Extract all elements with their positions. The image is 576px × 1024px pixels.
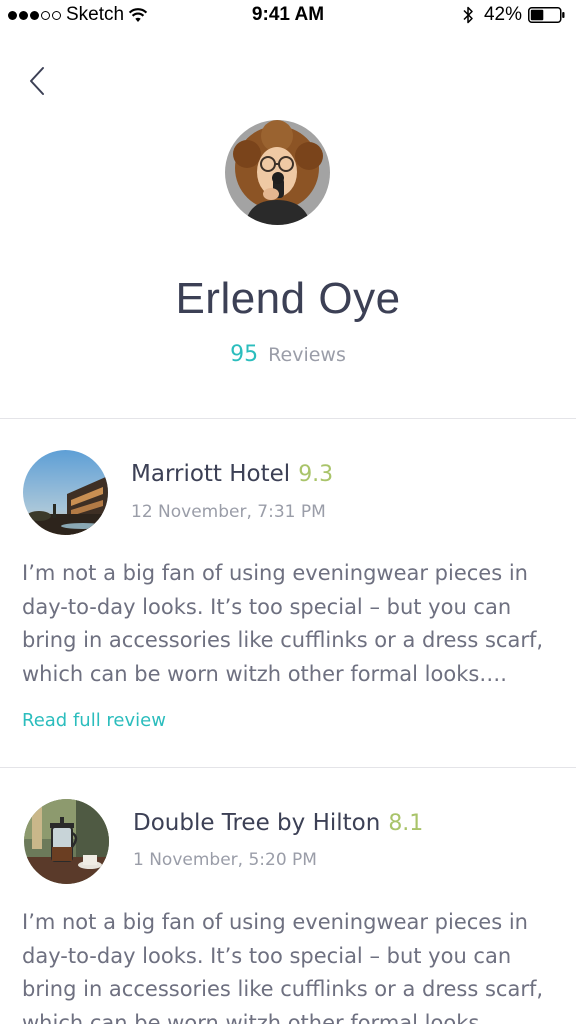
status-right: 42% (462, 4, 566, 26)
battery-icon (528, 7, 565, 23)
hotel-image (23, 450, 108, 535)
hotel-score: 8.1 (388, 811, 424, 836)
screen: Sketch 9:41 AM 42% Erlend Oye 95 Reviews… (0, 0, 576, 1024)
chevron-left-icon[interactable] (26, 64, 50, 98)
review-card: Double Tree by Hilton 8.1 1 November, 5:… (0, 768, 576, 1024)
bluetooth-icon (463, 6, 473, 24)
hotel-thumbnail (24, 799, 109, 884)
review-summary: 95 Reviews (0, 342, 576, 367)
hotel-line: Marriott Hotel 9.3 (131, 461, 333, 487)
review-card: Marriott Hotel 9.3 12 November, 7:31 PM … (0, 419, 576, 767)
review-count: 95 (230, 342, 259, 367)
battery-percentage: 42% (483, 4, 522, 25)
reviews-label: Reviews (268, 344, 346, 366)
hotel-image (24, 799, 109, 884)
avatar (225, 120, 330, 225)
hotel-score: 9.3 (298, 462, 334, 487)
hotel-name[interactable]: Marriott Hotel (131, 461, 290, 487)
hotel-name[interactable]: Double Tree by Hilton (133, 810, 380, 836)
profile-name: Erlend Oye (175, 274, 401, 323)
hotel-line: Double Tree by Hilton 8.1 (133, 810, 423, 836)
read-full-review-link[interactable]: Read full review (22, 710, 166, 731)
review-date: 1 November, 5:20 PM (133, 850, 317, 870)
review-text: I’m not a big fan of using eveningwear p… (22, 910, 544, 1024)
review-text: I’m not a big fan of using eveningwear p… (22, 561, 544, 686)
hotel-thumbnail (23, 450, 108, 535)
avatar-image (225, 120, 330, 225)
status-bar: Sketch 9:41 AM 42% (0, 0, 576, 32)
review-date: 12 November, 7:31 PM (131, 502, 326, 522)
